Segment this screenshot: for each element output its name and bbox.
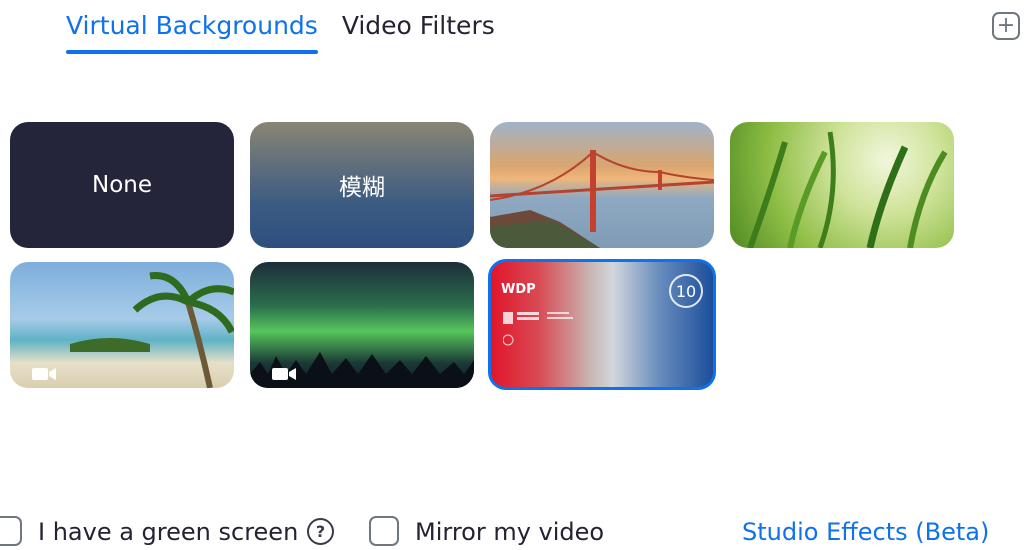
background-tile-aurora-video[interactable] [250,262,474,388]
green-screen-label: I have a green screen [38,518,299,546]
help-icon[interactable]: ? [307,518,334,545]
mirror-video-checkbox[interactable] [369,516,399,546]
background-tile-label: 模糊 [339,175,385,201]
tab-virtual-backgrounds[interactable]: Virtual Backgrounds [66,8,318,56]
grass-image [747,131,948,248]
studio-effects-link[interactable]: Studio Effects (Beta) [742,516,989,548]
background-tile-golden-gate-bridge[interactable] [490,122,714,248]
video-camera-icon [32,368,56,380]
mirror-video-label: Mirror my video [415,518,605,546]
video-camera-icon [272,368,296,380]
green-screen-checkbox[interactable] [0,516,22,546]
school-logo-image [503,312,573,346]
options-bar: I have a green screen ? Mirror my video … [0,512,1024,550]
wdp-brand-text: WDP [501,282,536,297]
anniversary-badge: 10 [669,274,703,308]
background-tile-label: None [91,172,152,198]
background-tile-blur[interactable]: 模糊 [250,122,474,248]
background-tile-none[interactable]: None [10,122,234,248]
bridge-image [490,150,714,248]
tab-bar: Virtual Backgrounds Video Filters [66,8,495,56]
background-tile-grass[interactable] [730,122,954,248]
add-background-button[interactable]: + [992,12,1020,40]
background-tile-wdp-selected[interactable]: WDP 10 [488,259,716,390]
plus-icon: + [996,13,1016,38]
background-tile-beach-video[interactable] [10,262,234,388]
tab-video-filters[interactable]: Video Filters [342,8,495,56]
